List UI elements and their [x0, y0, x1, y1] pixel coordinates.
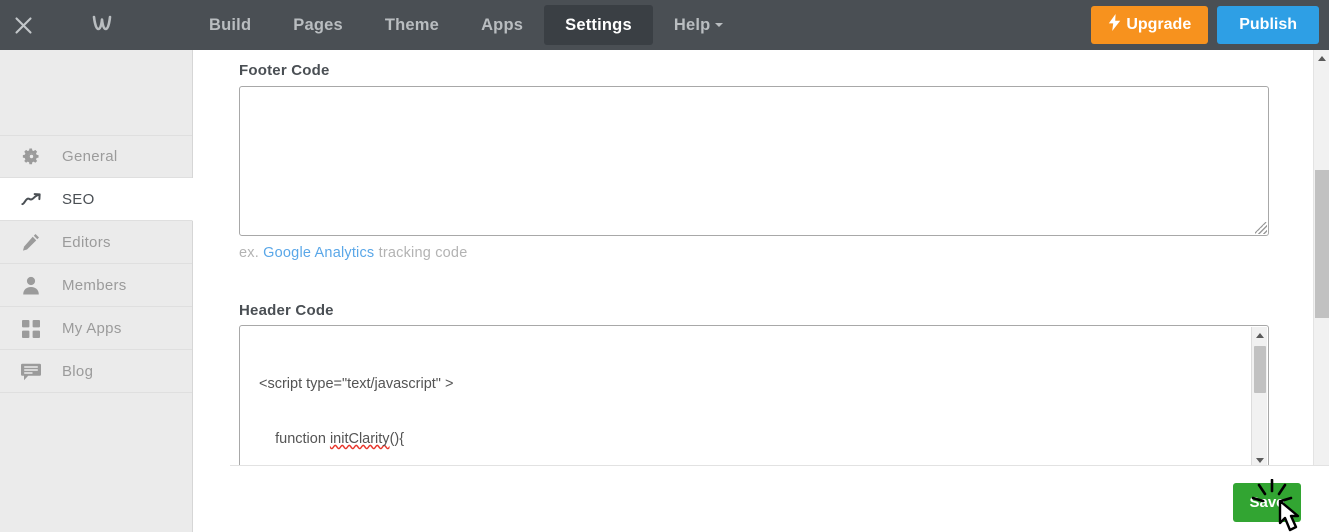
- page-scrollbar-thumb[interactable]: [1315, 170, 1329, 318]
- gear-icon: [0, 147, 62, 166]
- nav-item-theme[interactable]: Theme: [364, 5, 460, 45]
- footer-code-hint: ex. Google Analytics tracking code: [239, 245, 467, 261]
- sidebar-item-blog[interactable]: Blog: [0, 350, 192, 393]
- sidebar-item-general[interactable]: General: [0, 135, 192, 178]
- nav-item-build[interactable]: Build: [188, 5, 272, 45]
- hint-prefix: ex.: [239, 245, 264, 261]
- weebly-w-logo-icon: [88, 11, 116, 40]
- scrollbar-thumb[interactable]: [1254, 346, 1266, 393]
- header-code-textarea[interactable]: <script type="text/javascript" > functio…: [239, 325, 1269, 470]
- weebly-settings-screen: Build Pages Theme Apps Settings Help Upg…: [0, 0, 1329, 532]
- sidebar-item-label: General: [62, 148, 118, 165]
- chevron-down-icon: [715, 23, 724, 27]
- sidebar-item-label: SEO: [62, 191, 95, 208]
- sidebar-item-my-apps[interactable]: My Apps: [0, 307, 192, 350]
- header-code-scrollbar[interactable]: [1251, 327, 1267, 468]
- footer-code-textarea[interactable]: [239, 86, 1269, 236]
- hint-suffix: tracking code: [374, 245, 468, 261]
- page-scrollbar[interactable]: [1313, 50, 1329, 482]
- nav-item-settings[interactable]: Settings: [544, 5, 653, 45]
- chat-bubble-icon: [0, 363, 62, 381]
- sidebar-item-label: Editors: [62, 234, 111, 251]
- google-analytics-link[interactable]: Google Analytics: [263, 245, 374, 261]
- footer-code-label: Footer Code: [239, 62, 330, 79]
- nav-item-help[interactable]: Help: [653, 5, 745, 45]
- nav-item-pages[interactable]: Pages: [272, 5, 364, 45]
- topbar-actions: Upgrade Publish: [1091, 0, 1319, 50]
- publish-button[interactable]: Publish: [1217, 6, 1319, 44]
- nav-label: Help: [673, 15, 711, 34]
- nav-item-apps[interactable]: Apps: [460, 5, 544, 45]
- nav-label: Build: [209, 15, 252, 34]
- code-line: <script type="text/javascript" >: [259, 376, 454, 393]
- grid-icon: [0, 319, 62, 338]
- resize-grip-icon[interactable]: [1255, 222, 1267, 234]
- close-editor-button[interactable]: [0, 0, 46, 50]
- page-scroll-up-arrow-icon[interactable]: [1314, 50, 1329, 66]
- close-icon: [14, 16, 32, 34]
- nav-label: Settings: [565, 15, 632, 34]
- settings-sidebar: General SEO Editors Members My Apps Blog: [0, 50, 193, 532]
- sidebar-item-members[interactable]: Members: [0, 264, 192, 307]
- pencil-icon: [0, 233, 62, 252]
- trending-up-icon: [0, 192, 62, 208]
- header-code-label: Header Code: [239, 302, 334, 319]
- lightning-bolt-icon: [1108, 14, 1121, 36]
- code-line: function initClarity(){: [259, 431, 405, 448]
- main-nav: Build Pages Theme Apps Settings Help: [188, 0, 744, 50]
- sidebar-item-seo[interactable]: SEO: [0, 178, 193, 221]
- nav-label: Theme: [384, 15, 440, 34]
- save-button[interactable]: Save: [1233, 483, 1301, 522]
- sidebar-item-label: Members: [62, 277, 127, 294]
- sidebar-item-label: My Apps: [62, 320, 122, 337]
- settings-seo-panel: Footer Code ex. Google Analytics trackin…: [194, 50, 1314, 532]
- footer-action-panel: Save: [230, 465, 1329, 532]
- sidebar-item-label: Blog: [62, 363, 94, 380]
- person-icon: [0, 276, 62, 295]
- header-code-value: <script type="text/javascript" > functio…: [259, 339, 578, 469]
- upgrade-button[interactable]: Upgrade: [1091, 6, 1209, 44]
- scroll-up-arrow-icon[interactable]: [1252, 327, 1268, 343]
- nav-label: Apps: [481, 15, 524, 34]
- upgrade-label: Upgrade: [1126, 16, 1192, 33]
- sidebar-item-editors[interactable]: Editors: [0, 221, 192, 264]
- top-navigation-bar: Build Pages Theme Apps Settings Help Upg…: [0, 0, 1329, 50]
- nav-label: Pages: [293, 15, 343, 34]
- weebly-logo-button[interactable]: [68, 0, 136, 50]
